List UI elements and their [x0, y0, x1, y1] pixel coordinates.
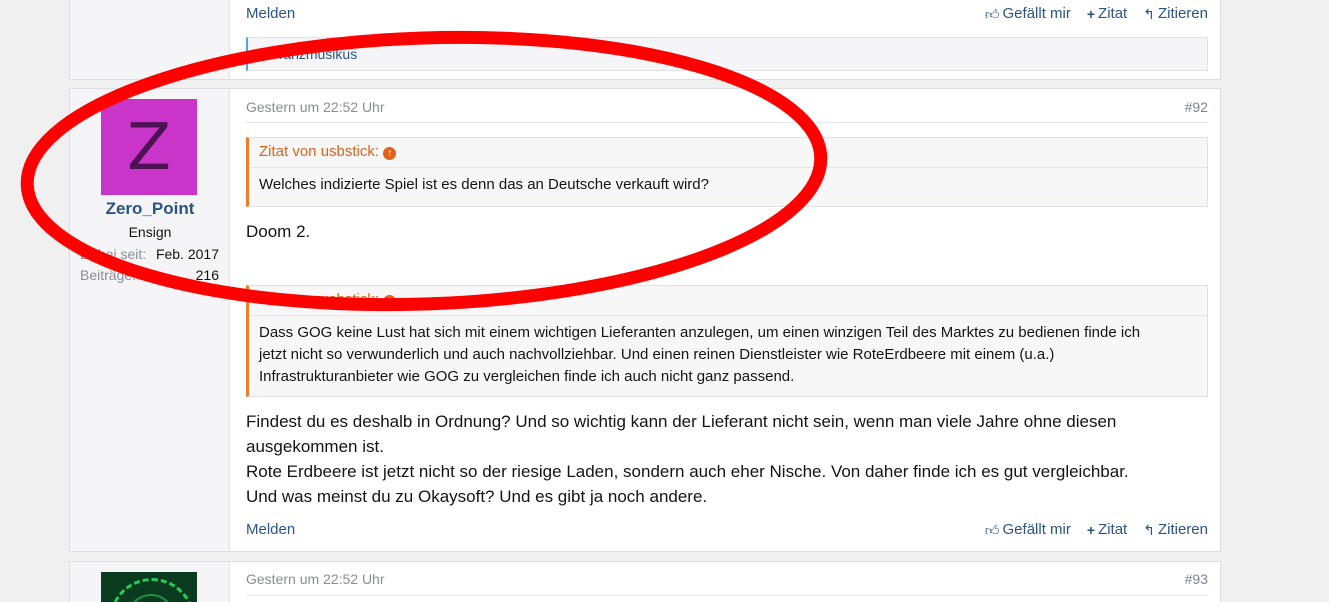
circle-arrow-up-icon[interactable]: ↑ — [383, 295, 397, 308]
quote-author-link[interactable]: Zitat von usbstick: — [259, 291, 379, 308]
post-93: Gestern um 22:52 Uhr #93 — [69, 561, 1221, 602]
post-actions: 👍︎ Gefällt mir + Zitat ↰ Zitieren — [985, 5, 1208, 22]
post-92: Z Zero_Point Ensign Dabei seit: Feb. 201… — [69, 88, 1221, 552]
reply-arrow-icon: ↰ — [1143, 521, 1155, 538]
quote-button[interactable]: + Zitat — [1087, 521, 1127, 538]
quote-line: Infrastrukturanbieter wie GOG zu verglei… — [259, 368, 795, 385]
quote-block: Zitat von usbstick: ↑ Welches indizierte… — [246, 137, 1208, 207]
quote-header: Zitat von usbstick: ↑ — [249, 138, 1207, 168]
reply-label: Zitieren — [1157, 5, 1208, 22]
plus-icon: + — [1086, 5, 1096, 22]
post-meta: Gestern um 22:52 Uhr #92 — [246, 89, 1208, 123]
text-line: Findest du es deshalb in Ordnung? Und so… — [246, 412, 1117, 431]
like-label: Gefällt mir — [1002, 521, 1071, 538]
quote-block: Zitat von usbstick: ↑ Dass GOG keine Lus… — [246, 285, 1208, 397]
quote-label: Zitat — [1098, 521, 1128, 538]
post-date-link[interactable]: Gestern um 22:52 Uhr — [246, 571, 385, 587]
text-line: Rote Erdbeere ist jetzt nicht so der rie… — [246, 462, 1129, 481]
quote-line: jetzt nicht so verwunderlich und auch na… — [259, 346, 1055, 363]
post-number-link[interactable]: #92 — [1185, 99, 1208, 115]
quote-line: Dass GOG keine Lust hat sich mit einem w… — [259, 324, 1141, 341]
like-label: Gefällt mir — [1002, 5, 1071, 22]
like-button[interactable]: 👍︎ Gefällt mir — [985, 521, 1071, 538]
quote-text: Welches indizierte Spiel ist es denn das… — [259, 176, 709, 193]
post-actions: 👍︎ Gefällt mir + Zitat ↰ Zitieren — [985, 521, 1208, 538]
quote-header: Zitat von usbstick: ↑ — [249, 286, 1207, 316]
post-date-link[interactable]: Gestern um 22:52 Uhr — [246, 99, 385, 115]
liked-by-link[interactable]: Tanzmusikus — [276, 46, 357, 62]
username-link[interactable]: Zero_Point — [70, 199, 230, 219]
reply-button[interactable]: ↰ Zitieren — [1143, 5, 1208, 22]
post-number-link[interactable]: #93 — [1185, 571, 1208, 587]
posts-value: 216 — [195, 267, 219, 283]
post-text: Doom 2. — [246, 222, 311, 241]
reply-label: Zitieren — [1157, 521, 1208, 538]
quote-button[interactable]: + Zitat — [1087, 5, 1127, 22]
report-link[interactable]: Melden — [246, 521, 295, 538]
text-line: Und was meinst du zu Okaysoft? Und es gi… — [246, 487, 708, 506]
reply-arrow-icon: ↰ — [1143, 5, 1155, 22]
avatar[interactable]: Z — [101, 99, 197, 195]
user-info-column: Z Zero_Point Ensign Dabei seit: Feb. 201… — [70, 89, 230, 551]
user-info-column — [70, 562, 230, 602]
like-button[interactable]: 👍︎ Gefällt mir — [985, 5, 1071, 22]
joined-label: Dabei seit: — [80, 246, 147, 262]
quote-author-link[interactable]: Zitat von usbstick: — [259, 143, 379, 160]
circle-arrow-up-icon[interactable]: ↑ — [383, 147, 397, 160]
post-meta: Gestern um 22:52 Uhr #93 — [246, 562, 1208, 596]
thumbs-up-icon: 👍︎ — [984, 5, 1000, 22]
avatar[interactable] — [101, 572, 197, 602]
quote-label: Zitat — [1098, 5, 1128, 22]
thumbs-up-icon: 👍︎ — [258, 46, 273, 62]
previous-post: Melden 👍︎ Gefällt mir + Zitat ↰ Zitieren 👍︎… — [69, 0, 1221, 80]
reply-button[interactable]: ↰ Zitieren — [1143, 521, 1208, 538]
quote-text: Dass GOG keine Lust hat sich mit einem w… — [249, 316, 1207, 394]
thumbs-up-icon: 👍︎ — [984, 521, 1000, 538]
posts-label: Beiträge: — [80, 267, 137, 283]
previous-post-user-column — [70, 0, 230, 79]
report-link[interactable]: Melden — [246, 5, 295, 22]
online-indicator — [101, 99, 111, 109]
text-line: ausgekommen ist. — [246, 437, 384, 456]
likes-bar: 👍︎ Tanzmusikus — [246, 37, 1208, 71]
post-text: Findest du es deshalb in Ordnung? Und so… — [246, 409, 1208, 509]
joined-value: Feb. 2017 — [155, 246, 219, 262]
plus-icon: + — [1086, 521, 1096, 538]
user-title: Ensign — [128, 224, 172, 240]
